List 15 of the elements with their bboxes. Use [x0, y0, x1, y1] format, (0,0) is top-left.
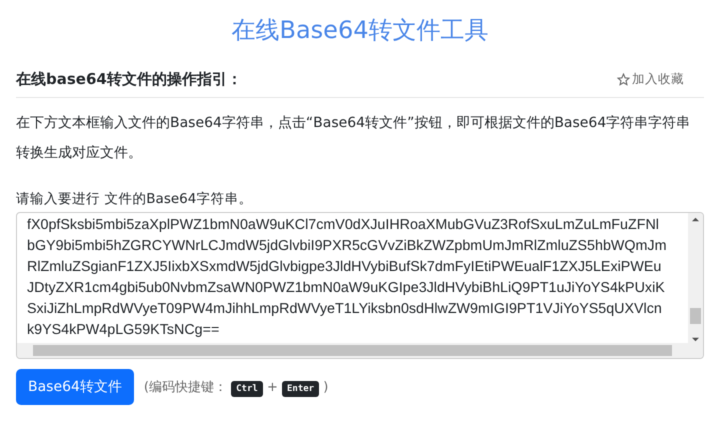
page-title: 在线Base64转文件工具: [232, 15, 488, 46]
bookmark-link[interactable]: 加入收藏: [617, 71, 684, 88]
scrollbar-thumb[interactable]: [690, 308, 701, 324]
star-icon: [617, 73, 630, 86]
vertical-scrollbar[interactable]: [688, 213, 703, 358]
base64-input-field[interactable]: fX0pfSksbi5mbi5zaXplPWZ1bmN0aW9uKCl7cmV0dXJuIHRoaXMubGVuZ3RofSxuLmZuLmFuZFNl bGY9bi5mbi5hZGRCYWNrLCJmdW5jdGlvbiI9PXR5cGVvZiBkZWZpbmUmJmRlZmluZS5hbWQmJm RlZmluZSgianF1ZXJ5IixbXSxmdW5jdGlvbigpe3JldHVybiBufSk7dmFyIEtiPWEualF1ZXJ5LExiPWEu JDtyZXR1cm4gbi5ub0NvbmZsaWN0PWZ1bmN0aW9uKGIpe3JldHVybiBhLiQ9PT1uJiYoYS4kPUxiK SxiJiZhLmpRdWVyeT09PW4mJihhLmpRdWVyeT1LYiksbn0sdHlwZW9mIGI9PT1VJiYoYS5qUXVlcn k9YS4kPW4pLG59KTsNCg==: [16, 212, 704, 359]
guide-text: 在下方文本框输入文件的Base64字符串，点击“Base64转文件”按钮，即可根据文件的Base64字符串字符串转换生成对应文件。: [16, 114, 692, 163]
shortcut-hint: (编码快捷键： Ctrl + Enter ): [144, 379, 328, 396]
input-label: 请输入要进行 文件的Base64字符串。: [16, 190, 254, 208]
scroll-down-icon[interactable]: [692, 336, 699, 343]
scrollbar-thumb[interactable]: [33, 345, 672, 356]
guide-heading: 在线base64转文件的操作指引：: [16, 70, 242, 89]
scroll-up-icon[interactable]: [692, 216, 699, 223]
convert-button[interactable]: Base64转文件: [16, 369, 134, 405]
horizontal-scrollbar[interactable]: [17, 343, 688, 358]
